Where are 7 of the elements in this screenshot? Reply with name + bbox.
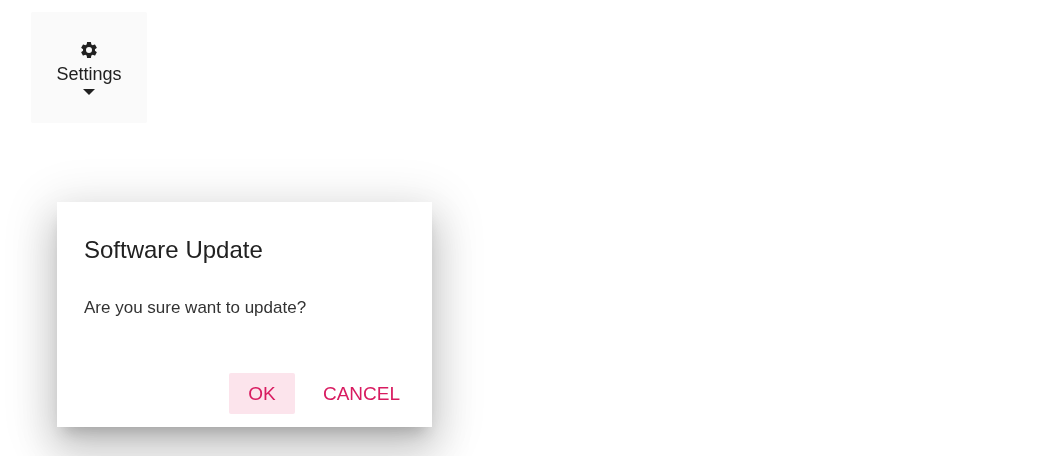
dialog-button[interactable]: CANCEL (312, 373, 410, 414)
dialog-button[interactable]: OK (228, 373, 295, 414)
dialog-title: Software Update (84, 236, 264, 264)
dialog-message: Are you sure want to update? (84, 298, 308, 318)
settings-dropdown-button[interactable]: Settings (31, 12, 147, 123)
caret-icon (83, 89, 95, 95)
settings-icon (79, 40, 99, 60)
